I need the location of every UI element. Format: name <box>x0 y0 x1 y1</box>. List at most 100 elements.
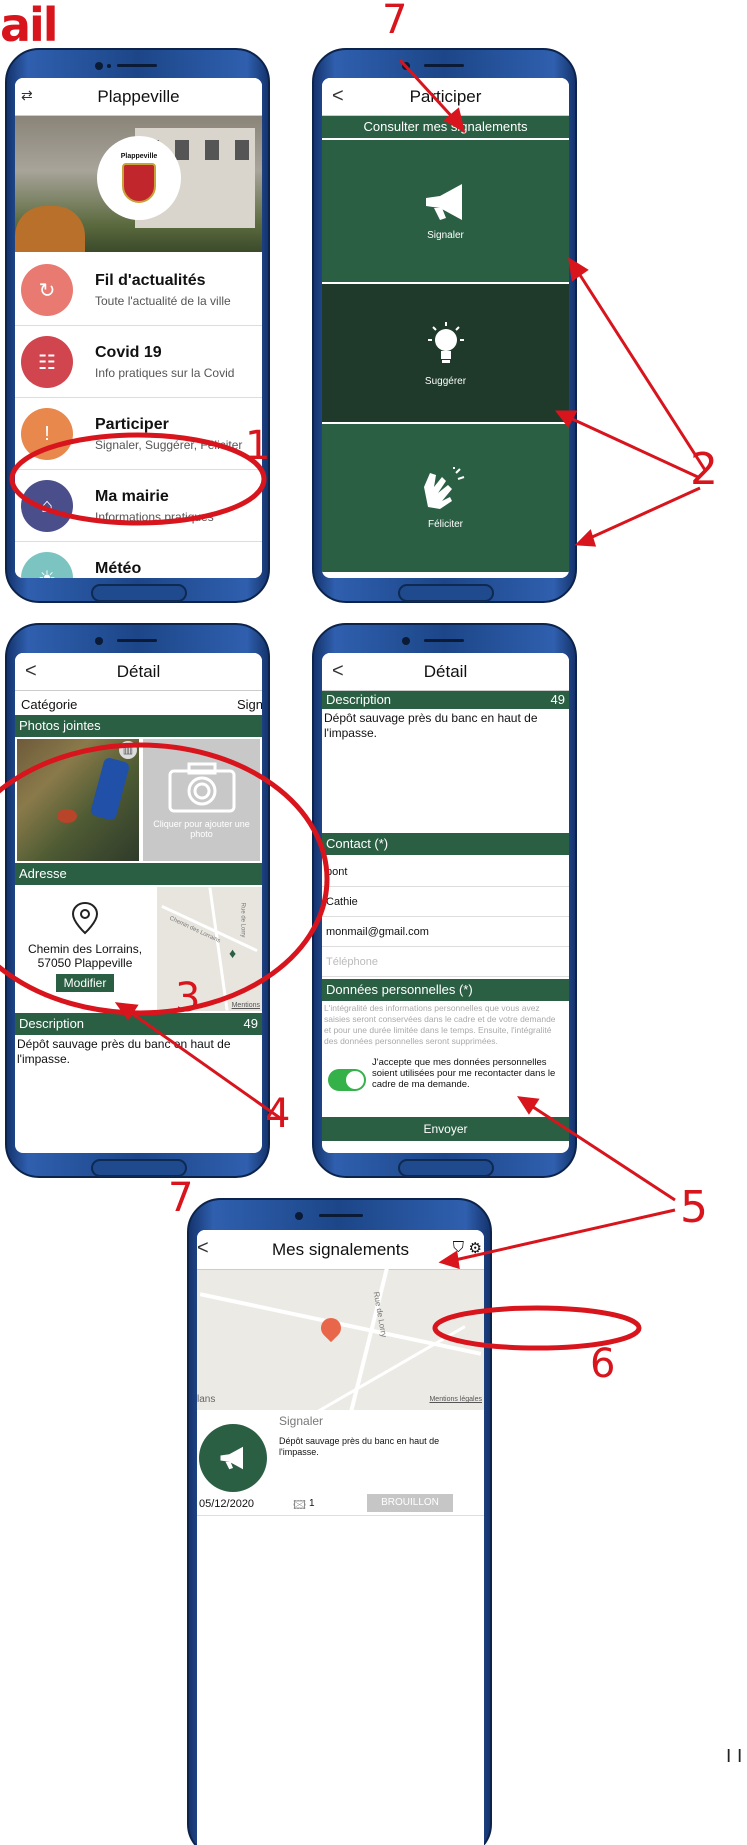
phone-speaker <box>424 64 464 67</box>
phone-sensor <box>107 64 111 68</box>
description-counter: 49 <box>243 1016 258 1031</box>
megaphone-icon <box>220 1446 243 1470</box>
home-button[interactable] <box>91 584 187 602</box>
reports-map[interactable]: Rue de Lorry lans Mentions légales <box>197 1261 484 1419</box>
menu-item-subtitle: Informations pratiques <box>95 510 214 524</box>
photo-count: 1 <box>309 1498 315 1509</box>
address-line2: 57050 Plappeville <box>37 956 133 970</box>
home-button[interactable] <box>398 584 494 602</box>
filter-icon[interactable]: ⛉ <box>453 1239 464 1256</box>
category-value: Signaler <box>237 697 262 712</box>
callout-label-1: 1 <box>245 423 271 469</box>
crest-label: Plappeville <box>120 153 158 160</box>
photos-header: Photos jointes <box>15 715 262 737</box>
description-counter: 49 <box>550 692 565 707</box>
mask-icon: ☷ <box>21 336 73 388</box>
menu-item-title: Météo <box>95 560 142 577</box>
callout-label-7-bottom: 7 <box>168 1175 194 1221</box>
menu-item-2[interactable]: ☷ Covid 19 Info pratiques sur la Covid <box>15 326 262 398</box>
location-pin-icon <box>71 901 99 935</box>
callout-label-5: 5 <box>680 1182 708 1233</box>
arrow-2c-head <box>574 529 597 547</box>
submit-button[interactable]: Envoyer <box>322 1117 569 1141</box>
address-block: Chemin des Lorrains, 57050 Plappeville M… <box>15 887 155 1011</box>
settings-icon[interactable]: ⚙ <box>469 1239 482 1257</box>
menu-item-title: Fil d'actualités <box>95 272 206 289</box>
callout-label-4: 4 <box>265 1091 291 1137</box>
photo-count-icon: 🖾 <box>293 1498 307 1512</box>
add-photo-tile[interactable]: Cliquer pour ajouter une photo <box>143 739 260 861</box>
menu-item-subtitle: Signaler, Suggérer, Féliciter <box>95 438 243 452</box>
back-icon[interactable]: < <box>332 660 344 683</box>
page-title: Mes signalements <box>271 1239 409 1259</box>
home-button[interactable] <box>398 1159 494 1177</box>
address-line1: Chemin des Lorrains, <box>27 942 143 956</box>
menu-item-3[interactable]: ! Participer Signaler, Suggérer, Féliciter <box>15 398 262 470</box>
camera-icon <box>168 762 235 813</box>
status-badge: BROUILLON <box>367 1494 453 1512</box>
data-header: Données personnelles (*) <box>322 979 569 1001</box>
tile-label: Signaler <box>427 229 464 241</box>
email-field[interactable]: monmail@gmail.com <box>322 917 569 947</box>
menu-item-4[interactable]: ⌂ Ma mairie Informations pratiques <box>15 470 262 542</box>
screen-participer: < Participer Consulter mes signalements … <box>322 78 569 578</box>
menu-item-5[interactable]: ☀ Météo <box>15 542 262 578</box>
delete-photo-icon[interactable]: ▥ <box>119 741 137 759</box>
arrow-2c <box>589 486 701 540</box>
report-type: Signaler <box>279 1414 324 1428</box>
warning-icon: ! <box>21 408 73 460</box>
phone-detail-1: < Détail Catégorie Signaler Photos joint… <box>5 623 270 1178</box>
consent-toggle[interactable] <box>328 1069 366 1091</box>
phone-camera <box>295 1212 303 1220</box>
swap-icon[interactable]: ⇄ <box>21 87 33 104</box>
town-crest: Plappeville <box>97 136 181 220</box>
tile-feliciter[interactable]: Féliciter <box>322 424 569 572</box>
address-map[interactable]: Chemin des Lorrains Rue de Lorry ♦ Menti… <box>157 887 262 1011</box>
phone-speaker <box>319 1214 363 1217</box>
my-reports-link[interactable]: Consulter mes signalements <box>322 116 569 138</box>
back-icon[interactable]: < <box>25 660 37 683</box>
lightbulb-icon <box>427 321 464 363</box>
address-header: Adresse <box>15 863 262 885</box>
category-row[interactable]: Catégorie Signaler <box>15 693 262 715</box>
phone-detail-2: < Détail Description 49 Dépôt sauvage pr… <box>312 623 577 1178</box>
description-header: Description 49 <box>322 691 569 709</box>
map-legal-link[interactable]: Mentions <box>232 1002 260 1009</box>
attached-photo[interactable]: ▥ <box>17 739 139 861</box>
back-icon[interactable]: < <box>197 1237 209 1260</box>
app-bar: < Détail <box>322 653 569 691</box>
lastname-field[interactable]: pont <box>322 857 569 887</box>
menu-item-title: Ma mairie <box>95 488 169 505</box>
phone-camera <box>402 62 410 70</box>
screen-my-reports: < Mes signalements ⛉ ⚙ Rue de Lorry lans… <box>197 1230 484 1845</box>
callout-label-7-top: 7 <box>382 0 408 43</box>
report-date: 05/12/2020 <box>199 1498 255 1510</box>
page-title: Plappeville <box>97 86 180 106</box>
modify-button[interactable]: Modifier <box>55 974 115 992</box>
back-icon[interactable]: < <box>332 85 344 108</box>
callout-label-6: 6 <box>590 1341 616 1387</box>
map-legal-link[interactable]: Mentions légales <box>429 1396 482 1403</box>
page-title: Détail <box>423 661 468 681</box>
tile-suggerer[interactable]: Suggérer <box>322 284 569 422</box>
clapping-hands-icon <box>423 466 464 509</box>
menu-item-1[interactable]: ↻ Fil d'actualités Toute l'actualité de la… <box>15 254 262 326</box>
map-road-label-2: Rue de Lorry <box>239 902 246 938</box>
phone-field[interactable]: Téléphone <box>322 947 569 977</box>
town-hall-photo: Plappeville <box>15 116 262 252</box>
app-bar: ⇄ Plappeville <box>15 78 262 116</box>
tile-signaler[interactable]: Signaler <box>322 140 569 282</box>
phone-camera <box>402 637 410 645</box>
app-bar: < Participer <box>322 78 569 116</box>
menu-item-subtitle: Info pratiques sur la Covid <box>95 366 235 380</box>
phone-camera <box>95 62 103 70</box>
description-text[interactable]: Dépôt sauvage près du banc en haut de l'… <box>324 711 564 829</box>
firstname-field[interactable]: Cathie <box>322 887 569 917</box>
phone-participer: < Participer Consulter mes signalements … <box>312 48 577 603</box>
tile-label: Suggérer <box>424 375 467 387</box>
callout-label-2: 2 <box>690 444 718 495</box>
description-text[interactable]: Dépôt sauvage près du banc en haut de l'… <box>17 1037 257 1067</box>
page-number: I I <box>726 1746 743 1767</box>
report-item[interactable]: Signaler Dépôt sauvage près du banc en h… <box>197 1412 484 1516</box>
map-pin-icon: ♦ <box>229 945 237 961</box>
